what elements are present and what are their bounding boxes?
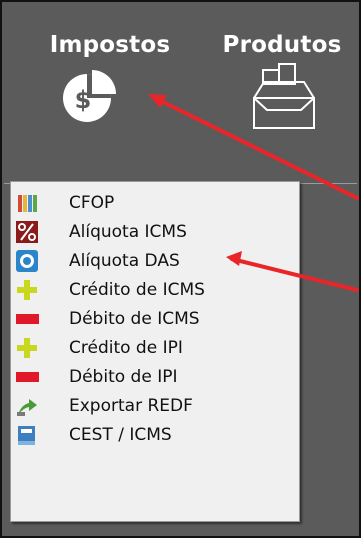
app-window: Impostos $ Produtos CFOP Alíquota ICMS A…: [0, 0, 361, 538]
menu-item-credito-icms[interactable]: Crédito de ICMS: [11, 275, 299, 304]
colored-books-icon: [18, 194, 37, 212]
menu-item-exportar-redf[interactable]: Exportar REDF: [11, 391, 299, 420]
menu-item-cfop[interactable]: CFOP: [11, 188, 299, 217]
das-coin-icon: [16, 249, 38, 272]
menu-item-label: Alíquota ICMS: [69, 221, 187, 242]
minus-icon: [16, 313, 39, 324]
percent-icon: [16, 220, 38, 243]
menu-item-label: Débito de ICMS: [69, 308, 200, 329]
menu-item-label: Débito de IPI: [69, 366, 178, 387]
menu-item-aliquota-icms[interactable]: Alíquota ICMS: [11, 217, 299, 246]
menu-item-credito-ipi[interactable]: Crédito de IPI: [11, 333, 299, 362]
menu-item-cest-icms[interactable]: CEST / ICMS: [11, 420, 299, 449]
menu-item-label: Crédito de IPI: [69, 337, 183, 358]
menu-item-debito-icms[interactable]: Débito de ICMS: [11, 304, 299, 333]
menu-item-label: Exportar REDF: [69, 395, 193, 416]
plus-icon: [17, 279, 37, 300]
minus-icon: [16, 371, 39, 382]
menu-item-debito-ipi[interactable]: Débito de IPI: [11, 362, 299, 391]
menu-item-label: CFOP: [69, 192, 115, 213]
impostos-dropdown-menu: CFOP Alíquota ICMS Alíquota DAS Crédito …: [10, 181, 300, 522]
impostos-button[interactable]: Impostos $: [40, 32, 180, 128]
export-arrow-icon: [17, 398, 37, 416]
menu-item-label: Crédito de ICMS: [69, 279, 205, 300]
svg-text:$: $: [75, 86, 92, 114]
book-icon: [18, 425, 35, 445]
menu-item-label: CEST / ICMS: [69, 424, 172, 445]
impostos-label: Impostos: [49, 32, 171, 58]
products-box-icon: [253, 63, 315, 129]
menu-item-label: Alíquota DAS: [69, 250, 180, 271]
produtos-button[interactable]: Produtos: [207, 32, 357, 138]
produtos-label: Produtos: [222, 32, 342, 58]
menu-item-aliquota-das[interactable]: Alíquota DAS: [11, 246, 299, 275]
plus-icon: [17, 337, 37, 358]
money-pie-chart-icon: $: [63, 70, 116, 122]
